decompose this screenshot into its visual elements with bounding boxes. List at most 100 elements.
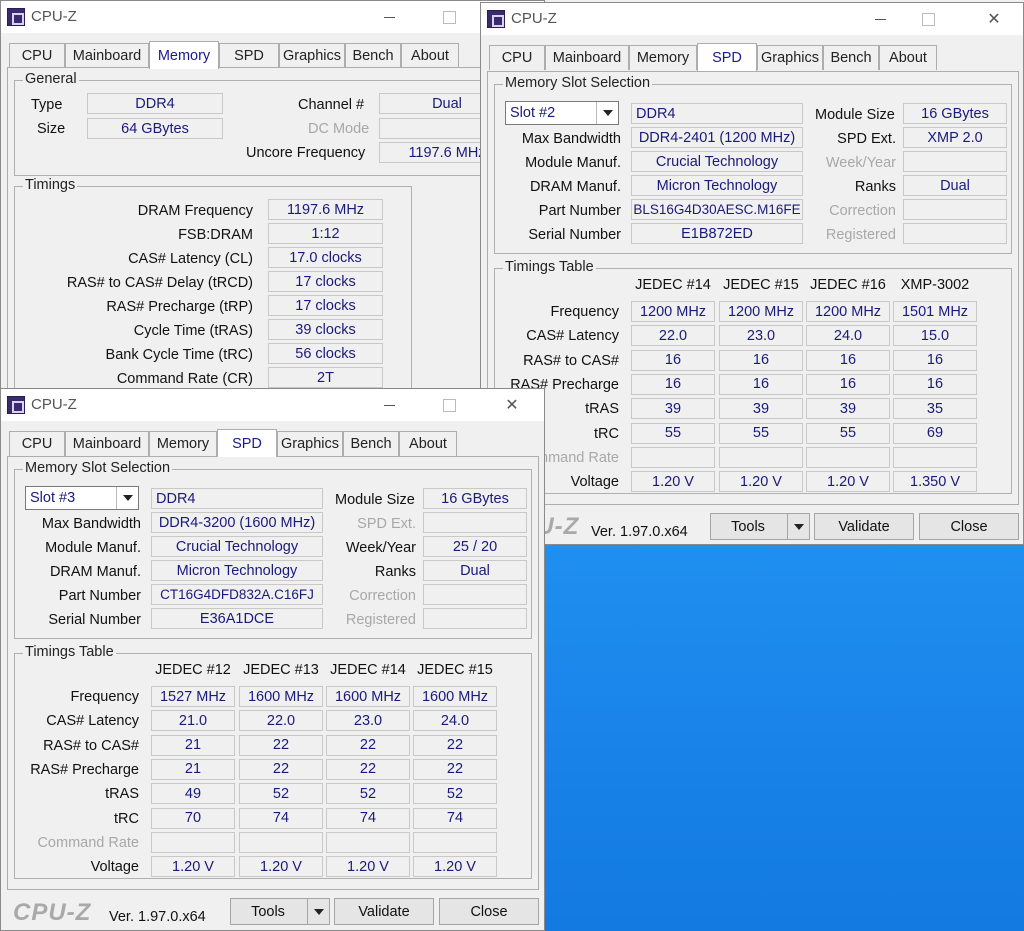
- window-title: CPU-Z: [31, 8, 77, 25]
- voltage-cell: 1.350 V: [893, 471, 977, 493]
- maximize-button[interactable]: [905, 3, 951, 35]
- cas-latency-cell: 23.0: [326, 710, 410, 732]
- tab-spd[interactable]: SPD: [217, 429, 277, 457]
- tab-memory[interactable]: Memory: [629, 45, 697, 70]
- minimize-button[interactable]: [366, 1, 412, 33]
- tab-cpu[interactable]: CPU: [9, 431, 65, 456]
- ras-precharge-cell: 22: [326, 758, 410, 780]
- cas-latency-cell: 15.0: [893, 325, 977, 347]
- tras-cell: 52: [239, 783, 323, 805]
- ras-to-cas-cell: 16: [719, 349, 803, 371]
- tab-mainboard[interactable]: Mainboard: [545, 45, 629, 70]
- slot-selection-title: Memory Slot Selection: [503, 75, 653, 91]
- cas-latency-value: 17.0 clocks: [268, 247, 383, 268]
- correction-value: [423, 584, 527, 605]
- timings-table-title: Timings Table: [23, 644, 116, 660]
- tab-about[interactable]: About: [879, 45, 937, 70]
- close-icon[interactable]: ✕: [971, 3, 1017, 35]
- tab-bench[interactable]: Bench: [343, 431, 399, 456]
- slot-select[interactable]: Slot #2: [505, 101, 619, 125]
- part-number-value: CT16G4DFD832A.C16FJ: [151, 584, 323, 605]
- close-button[interactable]: Close: [439, 898, 539, 925]
- validate-button[interactable]: Validate: [334, 898, 434, 925]
- slot-selection-group: Memory Slot Selection Slot #3 DDR4 Modul…: [14, 460, 532, 639]
- maximize-button[interactable]: [426, 1, 472, 33]
- frequency-cell: 1200 MHz: [719, 301, 803, 322]
- frequency-cell: 1527 MHz: [151, 686, 235, 707]
- trc-cell: 74: [326, 807, 410, 829]
- tab-spd[interactable]: SPD: [697, 43, 757, 71]
- cas-latency-cell: 24.0: [806, 325, 890, 347]
- tab-graphics[interactable]: Graphics: [757, 45, 823, 70]
- part-number-label: Part Number: [538, 203, 621, 219]
- spd-ext-label: SPD Ext.: [837, 131, 896, 147]
- trc-label: tRC: [114, 810, 139, 827]
- tab-spd[interactable]: SPD: [219, 43, 279, 68]
- correction-label: Correction: [829, 203, 896, 219]
- desktop-background: [545, 545, 1024, 931]
- tab-graphics[interactable]: Graphics: [277, 431, 343, 456]
- title-bar[interactable]: CPU-Z ✕: [481, 3, 1023, 35]
- ras-precharge-cell: 16: [893, 373, 977, 395]
- tab-about[interactable]: About: [401, 43, 459, 68]
- title-bar[interactable]: CPU-Z: [1, 1, 544, 33]
- module-size-label: Module Size: [335, 492, 415, 508]
- tab-bench[interactable]: Bench: [823, 45, 879, 70]
- tab-cpu[interactable]: CPU: [489, 45, 545, 70]
- tools-button[interactable]: Tools: [710, 513, 810, 540]
- tab-panel: General Type DDR4 Size 64 GBytes Channel…: [7, 67, 541, 394]
- close-button[interactable]: Close: [919, 513, 1019, 540]
- ras-precharge-cell: 21: [151, 758, 235, 780]
- chevron-down-icon[interactable]: [787, 514, 809, 539]
- spd-ext-label: SPD Ext.: [357, 516, 416, 532]
- command-rate-cell: [151, 831, 235, 853]
- memory-type-value: DDR4: [631, 103, 803, 124]
- col-header: JEDEC #15: [723, 277, 799, 293]
- max-bandwidth-label: Max Bandwidth: [521, 131, 621, 147]
- tab-bench[interactable]: Bench: [345, 43, 401, 68]
- tab-mainboard[interactable]: Mainboard: [65, 431, 149, 456]
- chevron-down-icon[interactable]: [116, 487, 138, 509]
- validate-button[interactable]: Validate: [814, 513, 914, 540]
- tab-mainboard[interactable]: Mainboard: [65, 43, 149, 68]
- tools-button[interactable]: Tools: [230, 898, 330, 925]
- size-label: Size: [37, 121, 66, 137]
- tab-strip: CPU Mainboard Memory SPD Graphics Bench …: [487, 43, 1017, 71]
- ras-to-cas-cell: 22: [413, 734, 497, 756]
- module-size-value: 16 GBytes: [903, 103, 1007, 124]
- type-label: Type: [31, 97, 63, 113]
- tab-memory[interactable]: Memory: [149, 41, 219, 69]
- tras-label: tRAS: [585, 401, 619, 418]
- trc-cell: 55: [719, 422, 803, 444]
- max-bandwidth-value: DDR4-2401 (1200 MHz): [631, 127, 803, 148]
- tab-strip: CPU Mainboard Memory SPD Graphics Bench …: [7, 41, 538, 69]
- window-title: CPU-Z: [511, 10, 557, 27]
- close-icon[interactable]: ✕: [489, 389, 535, 421]
- maximize-button[interactable]: [426, 389, 472, 421]
- cas-latency-cell: 24.0: [413, 710, 497, 732]
- cas-latency-label: CAS# Latency: [46, 713, 139, 730]
- ranks-label: Ranks: [854, 179, 896, 195]
- cpuz-spd-slot2-window: CPU-Z ✕ CPU Mainboard Memory SPD Graphic…: [480, 2, 1024, 545]
- timings-table-title: Timings Table: [503, 259, 596, 275]
- title-bar[interactable]: CPU-Z ✕: [1, 389, 544, 421]
- tab-graphics[interactable]: Graphics: [279, 43, 345, 68]
- trcd-value: 17 clocks: [268, 271, 383, 292]
- chevron-down-icon[interactable]: [307, 899, 329, 924]
- command-rate-cell: [239, 831, 323, 853]
- tab-about[interactable]: About: [399, 431, 457, 456]
- minimize-button[interactable]: [366, 389, 412, 421]
- trp-label: RAS# Precharge (tRP): [106, 299, 253, 315]
- minimize-button[interactable]: [857, 3, 903, 35]
- col-header: JEDEC #14: [330, 662, 406, 678]
- chevron-down-icon[interactable]: [596, 102, 618, 124]
- tab-memory[interactable]: Memory: [149, 431, 217, 456]
- module-manuf-value: Crucial Technology: [631, 151, 803, 172]
- tras-label: Cycle Time (tRAS): [133, 323, 253, 339]
- tab-cpu[interactable]: CPU: [9, 43, 65, 68]
- trc-cell: 69: [893, 422, 977, 444]
- ras-to-cas-cell: 16: [631, 349, 715, 371]
- slot-select[interactable]: Slot #3: [25, 486, 139, 510]
- command-rate-cell: [806, 446, 890, 468]
- cas-latency-cell: 23.0: [719, 325, 803, 347]
